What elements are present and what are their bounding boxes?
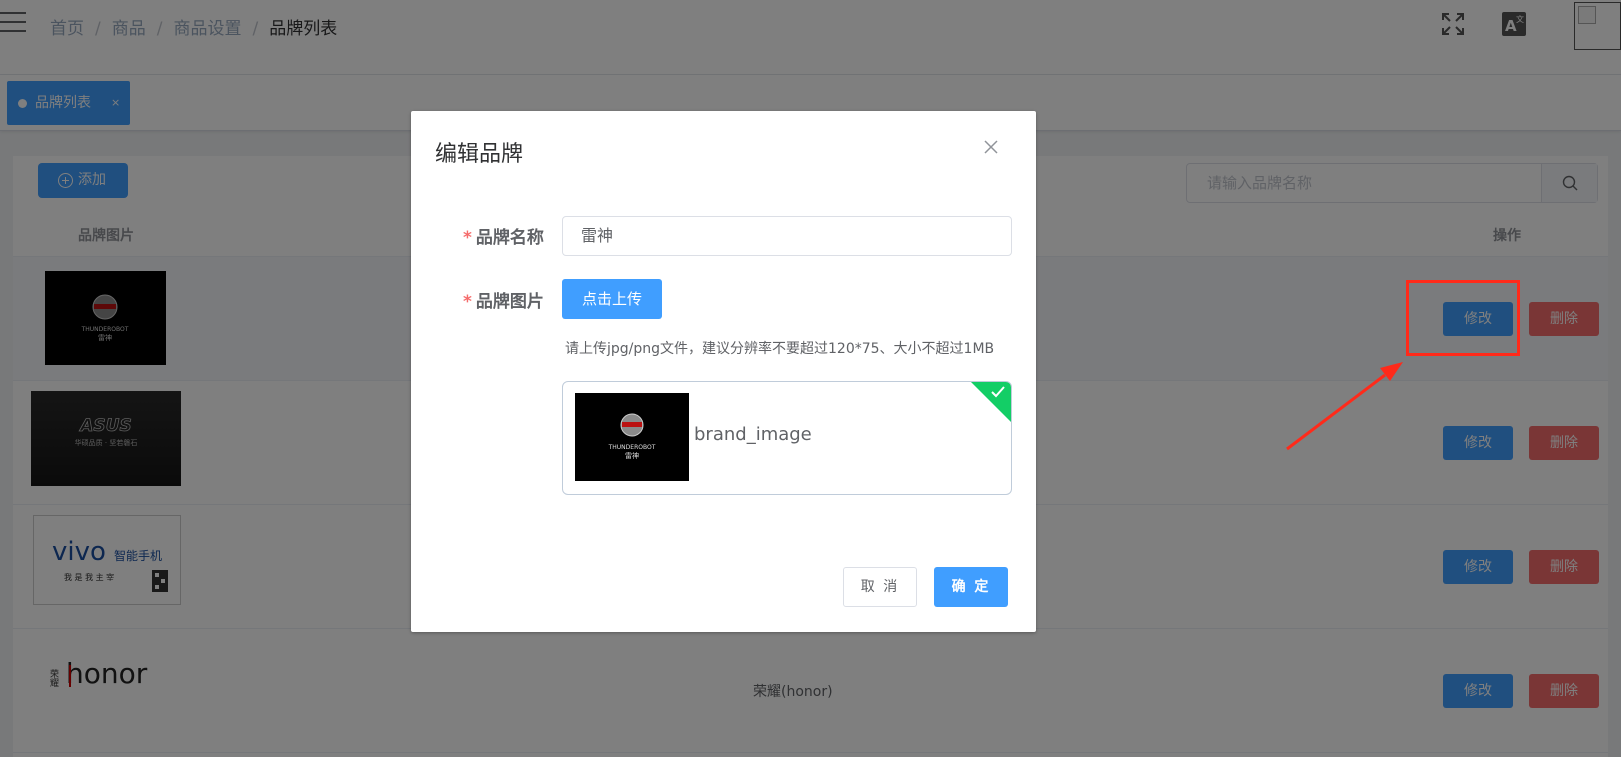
brand-name-input[interactable]: 雷神 xyxy=(562,216,1012,256)
upload-button[interactable]: 点击上传 xyxy=(562,279,662,319)
cancel-button[interactable]: 取 消 xyxy=(843,567,917,607)
brand-name-label: * 品牌名称 xyxy=(463,228,544,248)
brand-image-label: * 品牌图片 xyxy=(463,292,544,312)
required-asterisk: * xyxy=(463,292,472,312)
dialog-title: 编辑品牌 xyxy=(435,142,524,167)
uploaded-file-item[interactable]: THUNDEROBOT 雷神 brand_image xyxy=(562,381,1012,495)
confirm-button[interactable]: 确 定 xyxy=(934,567,1008,607)
check-icon xyxy=(991,386,1005,398)
logo-word: THUNDEROBOT xyxy=(608,444,656,451)
logo-sub: 雷神 xyxy=(625,451,639,460)
file-thumbnail: THUNDEROBOT 雷神 xyxy=(575,393,689,481)
close-icon[interactable] xyxy=(982,138,1000,156)
edit-brand-dialog: 编辑品牌 * 品牌名称 雷神 * 品牌图片 点击上传 请上传jpg/png文件，建议… xyxy=(411,111,1036,632)
file-name: brand_image xyxy=(694,424,812,445)
required-asterisk: * xyxy=(463,228,472,248)
annotation-highlight-box xyxy=(1406,280,1520,356)
upload-tip: 请上传jpg/png文件，建议分辨率不要超过120*75、大小不超过1MB xyxy=(565,341,995,357)
